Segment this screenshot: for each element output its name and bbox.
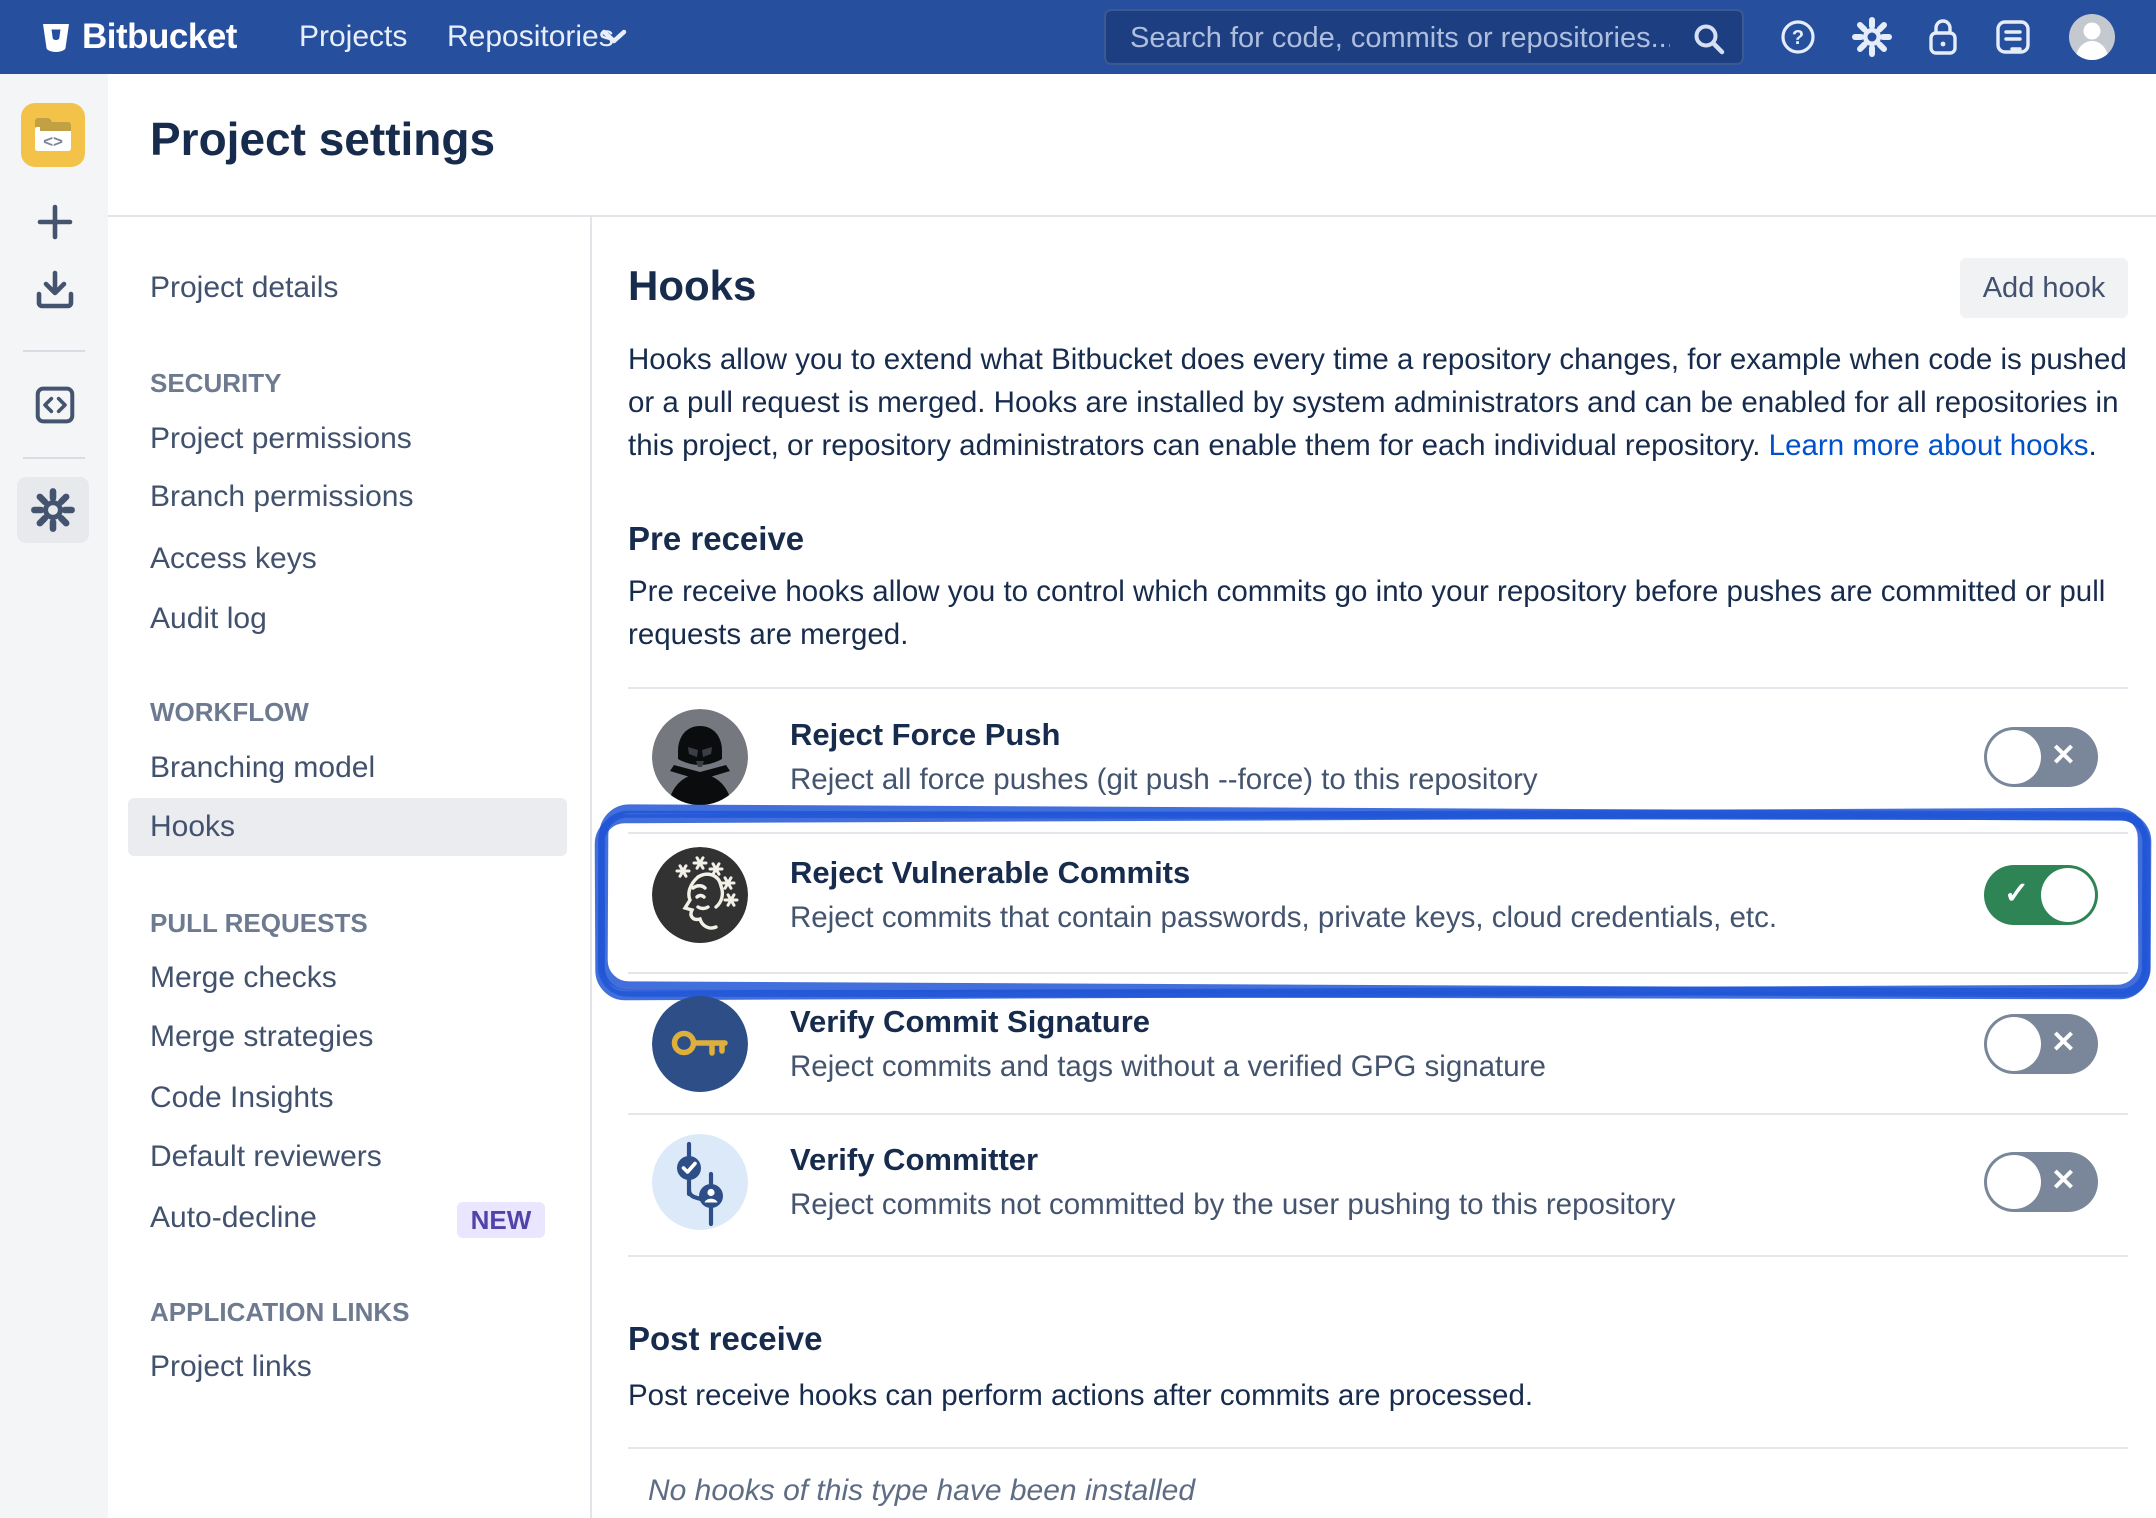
commit-graph-avatar-icon [652, 1134, 748, 1230]
sidebar-header-workflow: WORKFLOW [150, 695, 309, 729]
hooks-heading: Hooks [628, 262, 756, 310]
hook-toggle-off[interactable]: ✕ [1984, 1014, 2098, 1074]
x-icon: ✕ [2051, 1014, 2076, 1074]
clone-download-icon[interactable] [35, 270, 75, 310]
sidebar-item-default-reviewers[interactable]: Default reviewers [150, 1137, 382, 1177]
post-receive-description: Post receive hooks can perform actions a… [628, 1374, 2130, 1417]
user-avatar[interactable] [2069, 14, 2115, 60]
darth-vader-avatar-icon [652, 709, 748, 805]
row-divider [628, 1113, 2128, 1115]
learn-more-link[interactable]: Learn more about hooks [1769, 429, 2089, 462]
top-navbar: Bitbucket Projects Repositories ? [0, 0, 2156, 74]
sidebar-item-code-insights[interactable]: Code Insights [150, 1078, 333, 1118]
create-plus-icon[interactable] [35, 202, 75, 242]
toggle-knob [1987, 1155, 2041, 1209]
add-hook-button[interactable]: Add hook [1960, 258, 2128, 318]
toggle-knob [1987, 1017, 2041, 1071]
sidebar-header-security: SECURITY [150, 366, 281, 400]
sidebar-header-application-links: APPLICATION LINKS [150, 1295, 410, 1329]
lock-icon[interactable] [1915, 0, 1971, 74]
hook-title: Verify Committer [790, 1142, 1038, 1178]
nav-projects[interactable]: Projects [299, 0, 407, 74]
hook-description: Reject all force pushes (git push --forc… [790, 763, 1538, 797]
hook-title: Reject Vulnerable Commits [790, 855, 1190, 891]
global-search [1104, 9, 1744, 65]
chevron-down-icon[interactable] [601, 29, 627, 45]
hook-row-verify-committer: Verify Committer Reject commits not comm… [652, 1134, 2128, 1230]
sidebar-item-audit-log[interactable]: Audit log [150, 599, 267, 639]
x-icon: ✕ [2051, 727, 2076, 787]
svg-text:<>: <> [43, 132, 63, 151]
gold-key-avatar-icon [652, 996, 748, 1092]
row-divider [628, 1447, 2128, 1449]
sidebar-item-project-permissions[interactable]: Project permissions [150, 419, 412, 459]
row-divider [628, 687, 2128, 689]
search-icon[interactable] [1692, 22, 1726, 56]
svg-text:?: ? [1792, 27, 1804, 49]
row-divider [628, 972, 2128, 974]
app-sidebar-rail: <> [0, 74, 108, 1518]
hook-description: Reject commits and tags without a verifi… [790, 1050, 1546, 1084]
changelog-journal-icon[interactable] [1985, 0, 2041, 74]
post-receive-heading: Post receive [628, 1320, 822, 1358]
bitbucket-project-settings-page: Bitbucket Projects Repositories ? [0, 0, 2156, 1518]
sidebar-item-branch-permissions[interactable]: Branch permissions [150, 477, 413, 517]
row-divider [628, 1255, 2128, 1257]
project-avatar-icon[interactable]: <> [21, 103, 85, 167]
sidebar-item-merge-checks[interactable]: Merge checks [150, 958, 337, 998]
hook-description: Reject commits that contain passwords, p… [790, 901, 1777, 935]
sidebar-item-branching-model[interactable]: Branching model [150, 748, 375, 788]
x-icon: ✕ [2051, 1152, 2076, 1212]
bitbucket-logo-text[interactable]: Bitbucket [82, 0, 237, 74]
sidebar-item-merge-strategies[interactable]: Merge strategies [150, 1017, 373, 1057]
sidebar-item-project-details[interactable]: Project details [150, 268, 338, 308]
hook-toggle-off[interactable]: ✕ [1984, 1152, 2098, 1212]
sidebar-item-access-keys[interactable]: Access keys [150, 539, 317, 579]
sidebar-divider [590, 215, 592, 1518]
rail-divider [23, 457, 85, 459]
pre-receive-heading: Pre receive [628, 520, 804, 558]
bitbucket-logo-icon[interactable] [40, 21, 72, 53]
nav-repositories[interactable]: Repositories [447, 0, 614, 74]
source-code-icon[interactable] [35, 385, 75, 425]
toggle-knob [1987, 730, 2041, 784]
settings-gear-icon-selected[interactable] [17, 477, 89, 543]
intro-period: . [2088, 429, 2096, 462]
hook-toggle-off[interactable]: ✕ [1984, 727, 2098, 787]
rail-divider [23, 350, 85, 352]
check-icon: ✓ [2004, 865, 2029, 925]
hook-description: Reject commits not committed by the user… [790, 1188, 1675, 1222]
help-icon[interactable]: ? [1770, 0, 1826, 74]
sidebar-header-pull-requests: PULL REQUESTS [150, 906, 368, 940]
sidebar-item-hooks-label: Hooks [150, 798, 235, 856]
hook-title: Reject Force Push [790, 717, 1060, 753]
sidebar-item-auto-decline[interactable]: Auto-decline [150, 1198, 317, 1238]
hook-title: Verify Commit Signature [790, 1004, 1150, 1040]
sidebar-item-hooks-selected[interactable]: Hooks [128, 798, 567, 856]
header-divider [108, 215, 2156, 217]
hook-row-reject-force-push: Reject Force Push Reject all force pushe… [652, 709, 2128, 805]
sidebar-item-project-links[interactable]: Project links [150, 1347, 312, 1387]
hook-row-verify-commit-signature: Verify Commit Signature Reject commits a… [652, 996, 2128, 1092]
pre-receive-description: Pre receive hooks allow you to control w… [628, 570, 2130, 656]
admin-gear-icon[interactable] [1844, 0, 1900, 74]
row-divider [628, 832, 2128, 834]
hooks-intro-text: Hooks allow you to extend what Bitbucket… [628, 338, 2130, 467]
post-receive-empty-message: No hooks of this type have been installe… [648, 1474, 1195, 1508]
new-badge: NEW [457, 1202, 545, 1238]
toggle-knob [2041, 868, 2095, 922]
page-title: Project settings [150, 112, 495, 166]
hook-row-reject-vulnerable-commits: Reject Vulnerable Commits Reject commits… [652, 847, 2128, 943]
face-with-stars-avatar-icon [652, 847, 748, 943]
search-input[interactable] [1128, 13, 1672, 63]
hook-toggle-on[interactable]: ✓ [1984, 865, 2098, 925]
